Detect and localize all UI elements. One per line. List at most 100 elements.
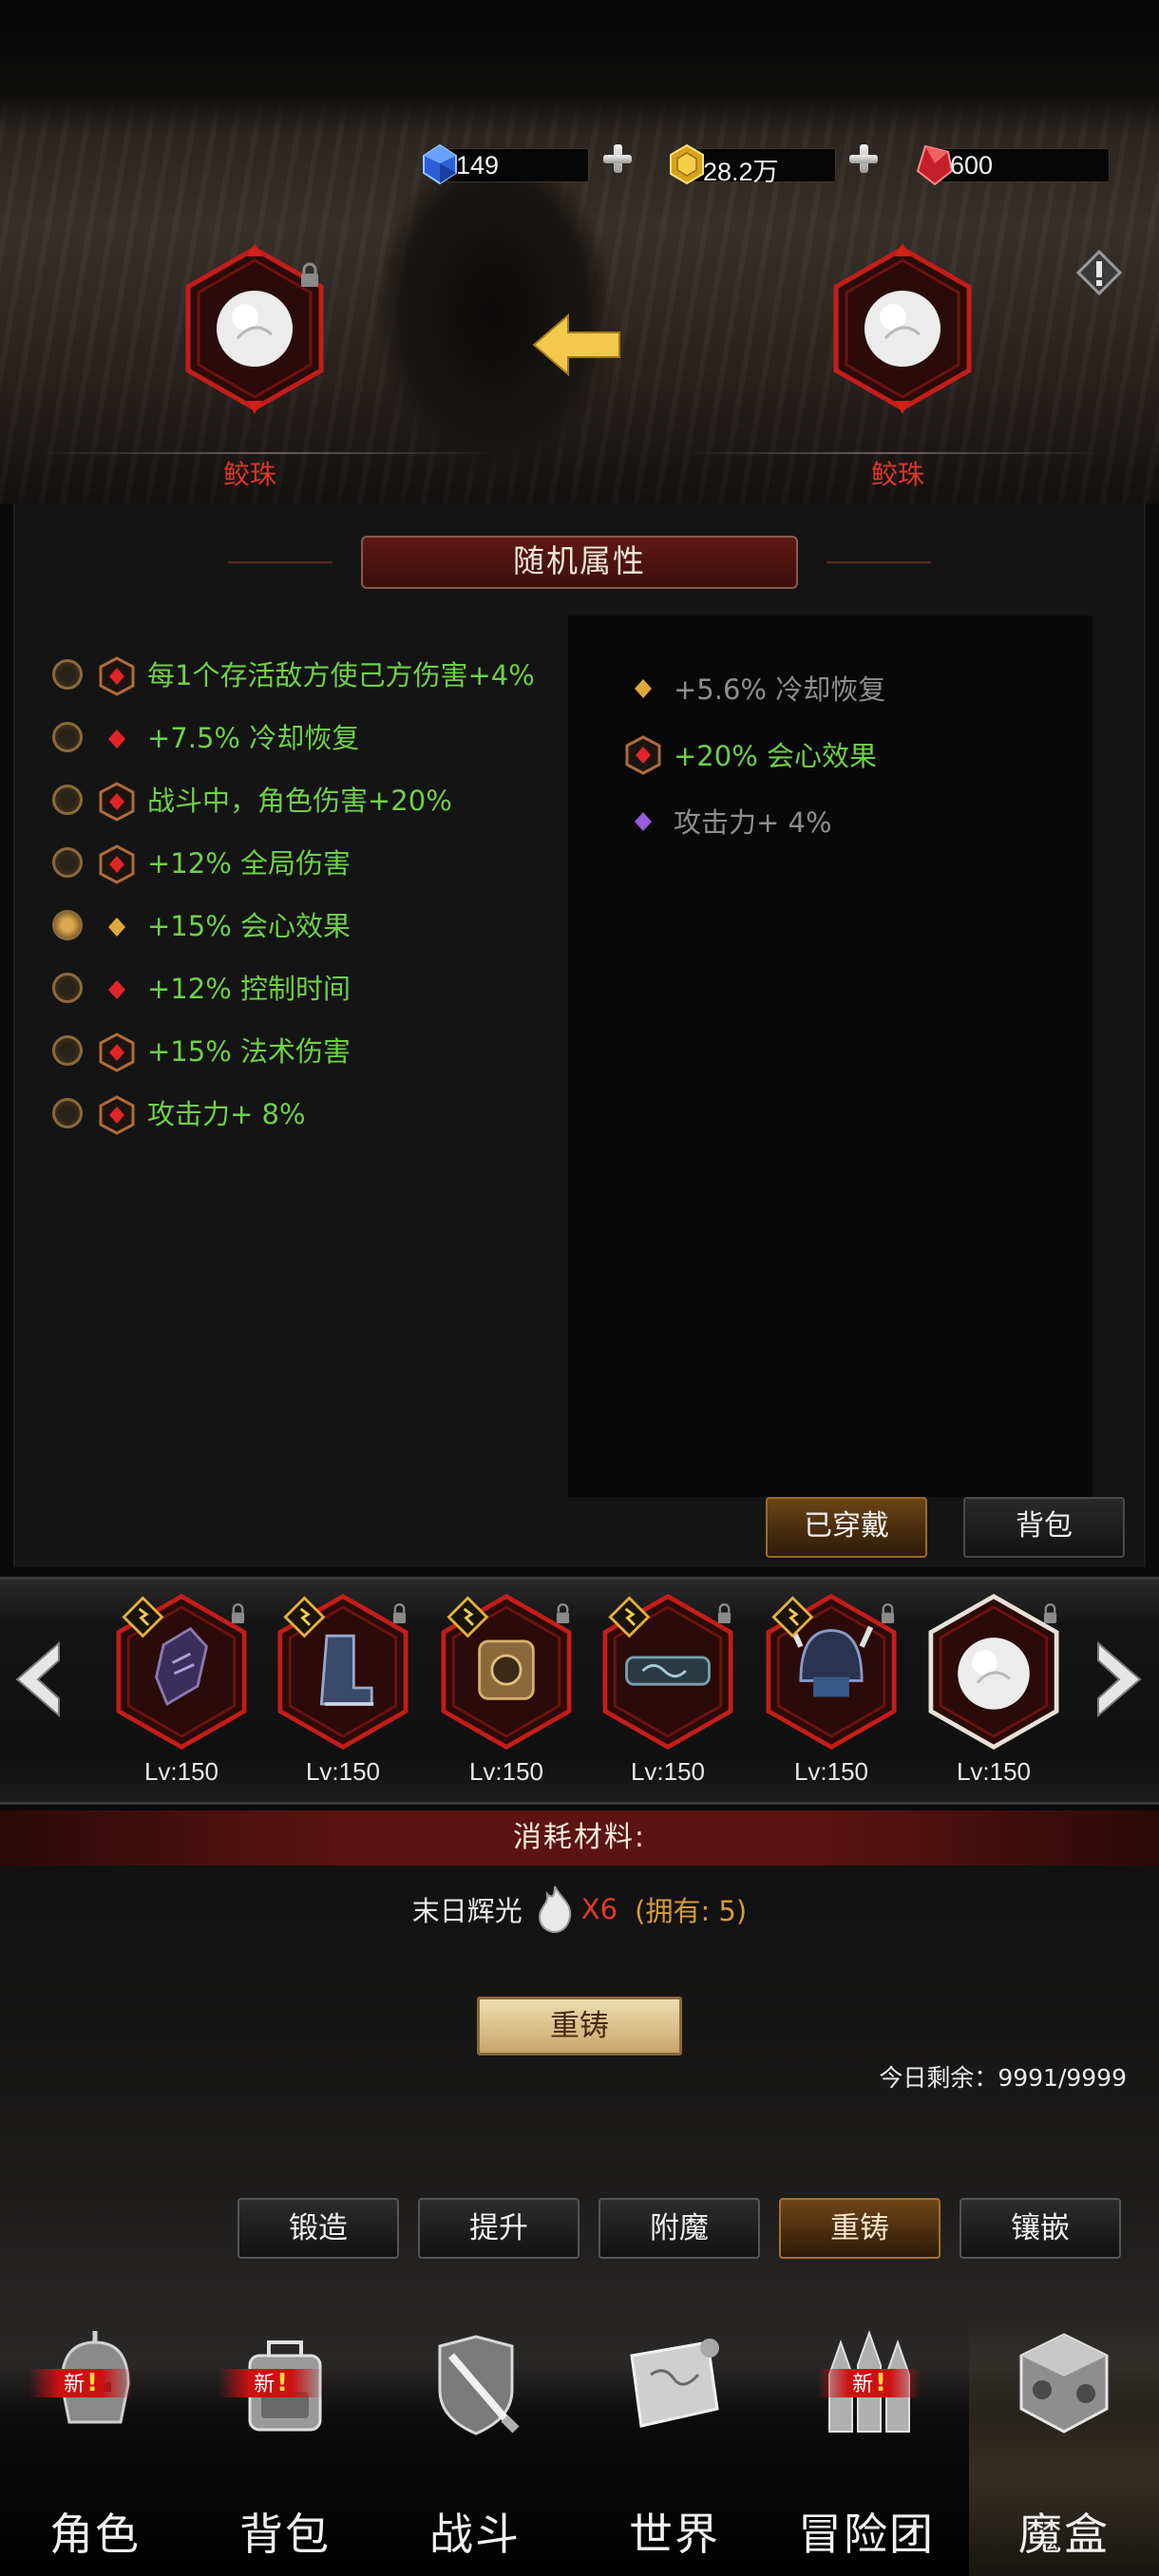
gold-count: 28.2万: [703, 158, 779, 186]
gold-currency: 28.2万: [665, 142, 893, 186]
attribute-row[interactable]: +12% 控制时间: [52, 969, 565, 1011]
section-title: 随机属性: [361, 536, 798, 589]
tab-equipped[interactable]: 已穿戴: [766, 1497, 927, 1558]
attribute-text: 攻击力+ 4%: [674, 806, 832, 839]
equipment-slot-helmet[interactable]: [757, 1591, 905, 1752]
tab-backpack[interactable]: 背包: [963, 1497, 1125, 1558]
attribute-text: +5.6% 冷却恢复: [674, 673, 886, 706]
daily-remaining: 今日剩余：9991/9999: [879, 2064, 1127, 2092]
lock-attribute-radio[interactable]: [52, 722, 83, 752]
function-tab-3[interactable]: 重铸: [779, 2198, 940, 2259]
flame-icon: [538, 1885, 571, 1934]
lock-attribute-radio[interactable]: [52, 973, 83, 1003]
equipment-level: Lv:150: [305, 1757, 381, 1786]
diamond-currency: 149: [418, 142, 646, 186]
attribute-text: +15% 法术伤害: [147, 1035, 351, 1068]
lock-attribute-radio[interactable]: [52, 910, 83, 940]
attribute-text: 战斗中，角色伤害+20%: [147, 785, 452, 817]
ruby-count: 600: [950, 151, 994, 180]
new-badge-text: 新: [254, 2373, 276, 2396]
nav-label: 战斗: [429, 2509, 521, 2560]
attribute-row[interactable]: +15% 法术伤害: [52, 1032, 565, 1073]
nav-label: 冒险团: [798, 2509, 935, 2560]
red-small-gem-icon: [96, 718, 138, 760]
equipment-level: Lv:150: [956, 1757, 1032, 1786]
red-small-gem-icon: [96, 969, 138, 1011]
function-tab-2[interactable]: 附魔: [598, 2198, 760, 2259]
material-owned: (拥有: 5): [635, 1895, 748, 1927]
attribute-text: +12% 控制时间: [147, 973, 351, 1005]
current-attribute-row: 攻击力+ 4%: [622, 798, 1078, 845]
nav-label: 背包: [239, 2509, 331, 2560]
equipment-level: Lv:150: [793, 1757, 869, 1786]
function-tab-4[interactable]: 镶嵌: [960, 2198, 1121, 2259]
purple-small-gem-icon: [622, 801, 664, 843]
red-hex-gem-icon: [96, 1094, 138, 1136]
new-badge: 新!: [28, 2369, 133, 2397]
current-attribute-row: +5.6% 冷却恢复: [622, 665, 1078, 712]
current-attribute-row: +20% 会心效果: [622, 731, 1078, 779]
arrow-left-icon: [532, 313, 620, 376]
attribute-text: 攻击力+ 8%: [147, 1098, 306, 1130]
lock-icon: [301, 262, 318, 287]
gold-small-gem-icon: [622, 668, 664, 710]
nav-label: 世界: [629, 2509, 720, 2560]
info-icon[interactable]: [1075, 249, 1123, 296]
function-tab-0[interactable]: 锻造: [238, 2198, 399, 2259]
attribute-row[interactable]: +12% 全局伤害: [52, 843, 565, 885]
equipment-slot-ring[interactable]: [432, 1591, 580, 1752]
nav-item-1[interactable]: 新! 背包: [190, 2318, 380, 2576]
map-scroll-icon: [630, 2339, 719, 2428]
equipment-level: Lv:150: [630, 1757, 706, 1786]
attribute-row[interactable]: 每1个存活敌方使己方伤害+4%: [52, 655, 565, 697]
attribute-text: +12% 全局伤害: [147, 847, 351, 880]
equipment-slot-boots[interactable]: [269, 1591, 417, 1752]
red-hex-gem-icon: [96, 1032, 138, 1073]
source-pearl-label: 鲛珠: [222, 459, 276, 490]
new-badge-text: 新: [852, 2373, 874, 2396]
attribute-row[interactable]: 攻击力+ 8%: [52, 1094, 565, 1136]
new-badge-text: 新: [64, 2373, 86, 2396]
divider: [228, 561, 332, 563]
section-header: 随机属性: [228, 532, 931, 593]
equipment-level: Lv:150: [468, 1757, 544, 1786]
function-tab-1[interactable]: 提升: [418, 2198, 580, 2259]
current-attribute-list: +5.6% 冷却恢复 +20% 会心效果 攻击力+ 4%: [622, 665, 1078, 864]
gold-small-gem-icon: [96, 906, 138, 948]
target-pearl-slot[interactable]: [826, 243, 978, 414]
chevron-left-icon[interactable]: [11, 1639, 63, 1719]
shield-sword-icon: [438, 2335, 520, 2435]
nav-item-2[interactable]: 战斗: [380, 2318, 570, 2576]
nav-label: 魔盒: [1018, 2509, 1110, 2560]
equipment-slot-pearl[interactable]: [920, 1591, 1068, 1752]
red-hex-gem-icon: [96, 655, 138, 697]
attribute-row[interactable]: +7.5% 冷却恢复: [52, 718, 565, 760]
attribute-row[interactable]: +15% 会心效果: [52, 906, 565, 948]
nav-item-4[interactable]: 新! 冒险团: [771, 2318, 961, 2576]
material-row: 末日辉光 X6 (拥有: 5): [0, 1881, 1159, 1938]
lock-attribute-radio[interactable]: [52, 785, 83, 815]
nav-item-5[interactable]: 魔盒: [969, 2318, 1159, 2576]
nav-item-3[interactable]: 世界: [580, 2318, 770, 2576]
chevron-right-icon[interactable]: [1094, 1639, 1146, 1719]
red-hex-gem-icon: [622, 734, 664, 776]
banner-shadow: [0, 0, 1159, 133]
red-hex-gem-icon: [96, 781, 138, 823]
magic-box-icon: [1019, 2333, 1109, 2434]
lock-attribute-radio[interactable]: [52, 1035, 83, 1066]
attribute-row[interactable]: 战斗中，角色伤害+20%: [52, 781, 565, 823]
nav-label: 角色: [49, 2509, 141, 2560]
equipment-slot-belt[interactable]: [594, 1591, 742, 1752]
nav-item-0[interactable]: 新! 角色: [0, 2318, 190, 2576]
attribute-text: +20% 会心效果: [674, 740, 877, 772]
new-badge: 新!: [817, 2369, 922, 2397]
equipment-slot-gauntlet[interactable]: [107, 1591, 256, 1752]
ruby-currency: 600: [912, 142, 1121, 186]
target-pearl-label: 鲛珠: [870, 459, 924, 490]
material-name: 末日辉光: [411, 1895, 522, 1927]
lock-attribute-radio[interactable]: [52, 659, 83, 690]
lock-attribute-radio[interactable]: [52, 847, 83, 878]
reforge-button[interactable]: 重铸: [477, 1997, 682, 2055]
attribute-text: +15% 会心效果: [147, 910, 351, 942]
lock-attribute-radio[interactable]: [52, 1098, 83, 1128]
